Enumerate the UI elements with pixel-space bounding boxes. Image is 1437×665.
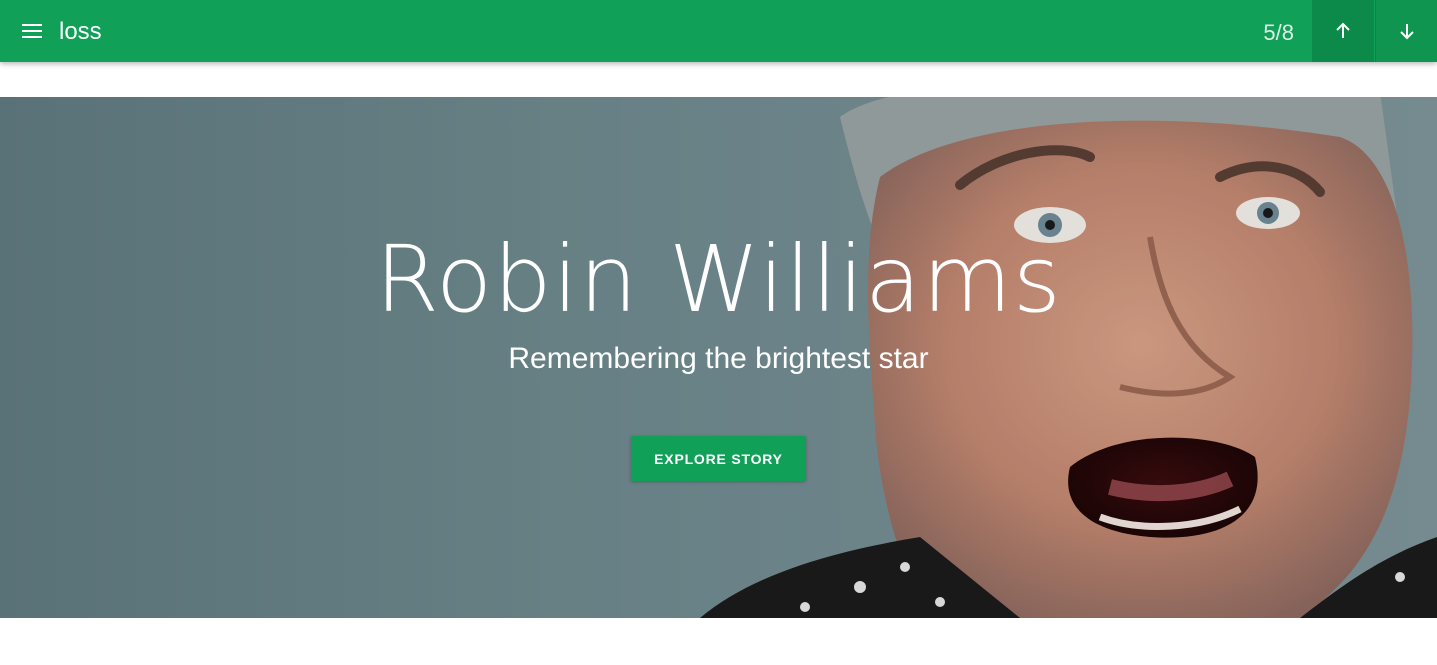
slide-counter: 5/8 [1263, 20, 1294, 45]
explore-story-button[interactable]: EXPLORE STORY [631, 436, 806, 481]
app-title: loss [59, 18, 102, 45]
arrow-up-icon [1336, 22, 1350, 38]
arrow-down-icon [1400, 24, 1414, 40]
hero-subtitle: Remembering the brightest star [508, 342, 929, 375]
menu-button[interactable] [14, 13, 50, 49]
hamburger-menu-icon [22, 24, 42, 38]
next-button[interactable] [1375, 0, 1437, 62]
hero-banner: Robin Williams Remembering the brightest… [0, 97, 1437, 618]
app-bar: loss 5/8 [0, 0, 1437, 62]
hero-title: Robin Williams [375, 226, 1062, 333]
previous-button[interactable] [1312, 0, 1374, 62]
